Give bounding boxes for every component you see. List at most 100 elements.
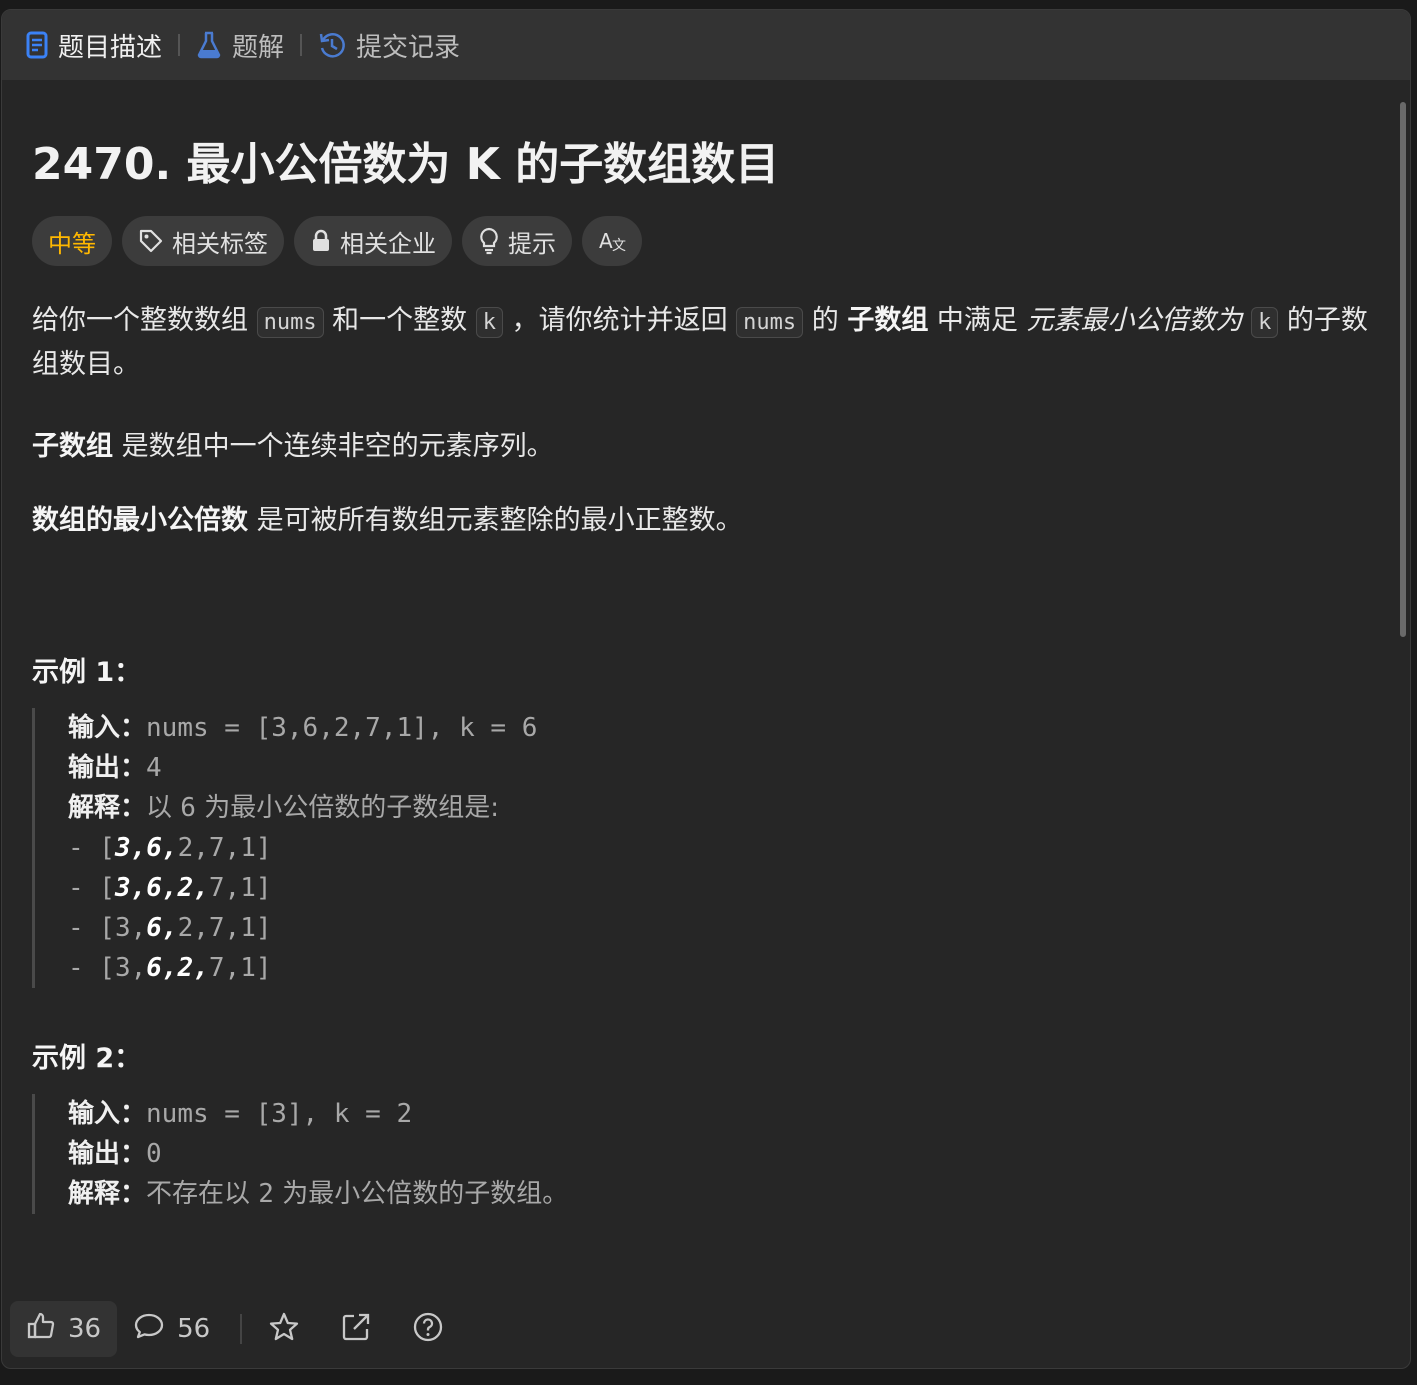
comment-count: 56 bbox=[177, 1314, 211, 1344]
highlighted-subarray: 6, bbox=[146, 913, 178, 943]
highlighted-subarray: 3,6,2, bbox=[114, 873, 209, 903]
explanation-text: 为最小公倍数的子数组是: bbox=[195, 793, 499, 823]
explanation-number: 2 bbox=[258, 1179, 274, 1209]
text: 和一个整数 bbox=[323, 305, 476, 336]
example-2-title: 示例 2： bbox=[32, 1043, 142, 1074]
footer-toolbar: 36 56 bbox=[2, 1290, 1410, 1368]
example-explanation: 解释：以 6 为最小公倍数的子数组是: bbox=[68, 788, 537, 828]
difficulty-badge[interactable]: 中等 bbox=[32, 216, 112, 266]
translate-button[interactable]: A文 bbox=[582, 216, 642, 266]
example-input: 输入：nums = [3], k = 2 bbox=[68, 1094, 568, 1134]
problem-panel: 题目描述 题解 提交记录 2470. 最小公倍数为 K 的子数组数目 中等 相关 bbox=[1, 9, 1411, 1369]
tab-divider bbox=[300, 34, 303, 56]
explanation-number: 6 bbox=[180, 793, 196, 823]
lock-icon bbox=[310, 229, 332, 253]
subarray-definition: 子数组 是数组中一个连续非空的元素序列。 bbox=[32, 426, 554, 468]
related-tags-label: 相关标签 bbox=[172, 229, 268, 258]
line-prefix: - [3, bbox=[68, 913, 147, 943]
translate-icon: A文 bbox=[598, 228, 626, 254]
example-1-title: 示例 1： bbox=[32, 657, 142, 688]
thumbs-up-icon bbox=[26, 1311, 56, 1348]
explanation-label: 解释： bbox=[68, 793, 147, 823]
like-button[interactable]: 36 bbox=[10, 1301, 118, 1357]
input-value: nums = [3,6,2,7,1], k = 6 bbox=[146, 713, 538, 743]
star-icon bbox=[268, 1311, 300, 1347]
output-label: 输出： bbox=[68, 1139, 147, 1169]
line-prefix: - [3, bbox=[68, 953, 147, 983]
history-icon bbox=[318, 31, 346, 59]
problem-title: 2470. 最小公倍数为 K 的子数组数目 bbox=[32, 139, 780, 190]
tab-bar: 题目描述 题解 提交记录 bbox=[2, 10, 1410, 80]
text: 是可被所有数组元素整除的最小正整数。 bbox=[248, 505, 743, 536]
bold-text: 数组的最小公倍数 bbox=[32, 505, 248, 536]
tab-description[interactable]: 题目描述 bbox=[26, 27, 162, 64]
tag-row: 中等 相关标签 相关企业 提示 A文 bbox=[32, 216, 642, 266]
tab-label: 题解 bbox=[232, 32, 285, 63]
related-companies-label: 相关企业 bbox=[340, 229, 436, 258]
favorite-button[interactable] bbox=[256, 1301, 312, 1357]
question-icon bbox=[412, 1311, 444, 1347]
text: 的 bbox=[803, 305, 848, 336]
subarray-line: - [3,6,2,7,1] bbox=[68, 828, 537, 868]
help-button[interactable] bbox=[400, 1301, 456, 1357]
hint-label: 提示 bbox=[508, 229, 556, 258]
highlighted-subarray: 6,2, bbox=[146, 953, 209, 983]
subarray-line: - [3,6,2,7,1] bbox=[68, 868, 537, 908]
example-output: 输出：4 bbox=[68, 748, 537, 788]
output-value: 4 bbox=[146, 753, 162, 783]
line-prefix: - [ bbox=[68, 833, 115, 863]
inline-code: k bbox=[1251, 307, 1279, 338]
line-suffix: 7,1] bbox=[208, 873, 272, 903]
comment-icon bbox=[133, 1311, 165, 1348]
subarray-line: - [3,6,2,7,1] bbox=[68, 908, 537, 948]
text: 给你一个整数数组 bbox=[32, 305, 257, 336]
line-suffix: 2,7,1] bbox=[177, 833, 272, 863]
input-label: 输入： bbox=[68, 713, 147, 743]
line-suffix: 2,7,1] bbox=[177, 913, 272, 943]
explanation-text: 为最小公倍数的子数组。 bbox=[273, 1179, 569, 1209]
input-value: nums = [3], k = 2 bbox=[146, 1099, 413, 1129]
hint-button[interactable]: 提示 bbox=[462, 216, 572, 266]
inline-code: k bbox=[475, 307, 503, 338]
like-count: 36 bbox=[68, 1314, 102, 1344]
bold-text: 子数组 bbox=[847, 305, 929, 336]
example-1-block: 输入：nums = [3,6,2,7,1], k = 6 输出：4 解释：以 6… bbox=[32, 708, 537, 988]
tab-label: 题目描述 bbox=[58, 32, 163, 63]
explanation-text: 不存在以 bbox=[146, 1179, 259, 1209]
input-label: 输入： bbox=[68, 1099, 147, 1129]
flask-icon bbox=[196, 31, 222, 59]
tab-label: 提交记录 bbox=[356, 32, 461, 63]
document-icon bbox=[26, 31, 48, 59]
inline-code: nums bbox=[256, 307, 324, 338]
example-explanation: 解释：不存在以 2 为最小公倍数的子数组。 bbox=[68, 1174, 568, 1214]
inline-code: nums bbox=[736, 307, 804, 338]
share-button[interactable] bbox=[328, 1301, 384, 1357]
scrollbar[interactable] bbox=[1400, 102, 1406, 637]
svg-text:文: 文 bbox=[612, 238, 626, 254]
tab-submissions[interactable]: 提交记录 bbox=[318, 27, 460, 64]
line-suffix: 7,1] bbox=[208, 953, 272, 983]
comments-button[interactable]: 56 bbox=[117, 1301, 226, 1357]
share-icon bbox=[340, 1311, 372, 1347]
explanation-text: 以 bbox=[146, 793, 181, 823]
problem-content: 2470. 最小公倍数为 K 的子数组数目 中等 相关标签 相关企业 提示 A … bbox=[32, 80, 1380, 1288]
related-tags-button[interactable]: 相关标签 bbox=[122, 216, 284, 266]
subarray-line: - [3,6,2,7,1] bbox=[68, 948, 537, 988]
tab-divider bbox=[178, 34, 181, 56]
example-input: 输入：nums = [3,6,2,7,1], k = 6 bbox=[68, 708, 537, 748]
description-paragraph: 给你一个整数数组 nums 和一个整数 k ，请你统计并返回 nums 的 子数… bbox=[32, 300, 1382, 386]
svg-text:A: A bbox=[599, 229, 613, 253]
explanation-label: 解释： bbox=[68, 1179, 147, 1209]
tag-icon bbox=[138, 228, 164, 254]
text: 中满足 bbox=[928, 305, 1027, 336]
text: 是数组中一个连续非空的元素序列。 bbox=[113, 431, 554, 462]
line-prefix: - [ bbox=[68, 873, 115, 903]
example-output: 输出：0 bbox=[68, 1134, 568, 1174]
output-value: 0 bbox=[146, 1139, 162, 1169]
text: ，请你统计并返回 bbox=[503, 305, 737, 336]
tab-solutions[interactable]: 题解 bbox=[196, 27, 284, 64]
lightbulb-icon bbox=[478, 227, 500, 255]
bold-text: 子数组 bbox=[32, 431, 113, 462]
related-companies-button[interactable]: 相关企业 bbox=[294, 216, 452, 266]
italic-text: 元素最小公倍数为 bbox=[1026, 305, 1252, 336]
